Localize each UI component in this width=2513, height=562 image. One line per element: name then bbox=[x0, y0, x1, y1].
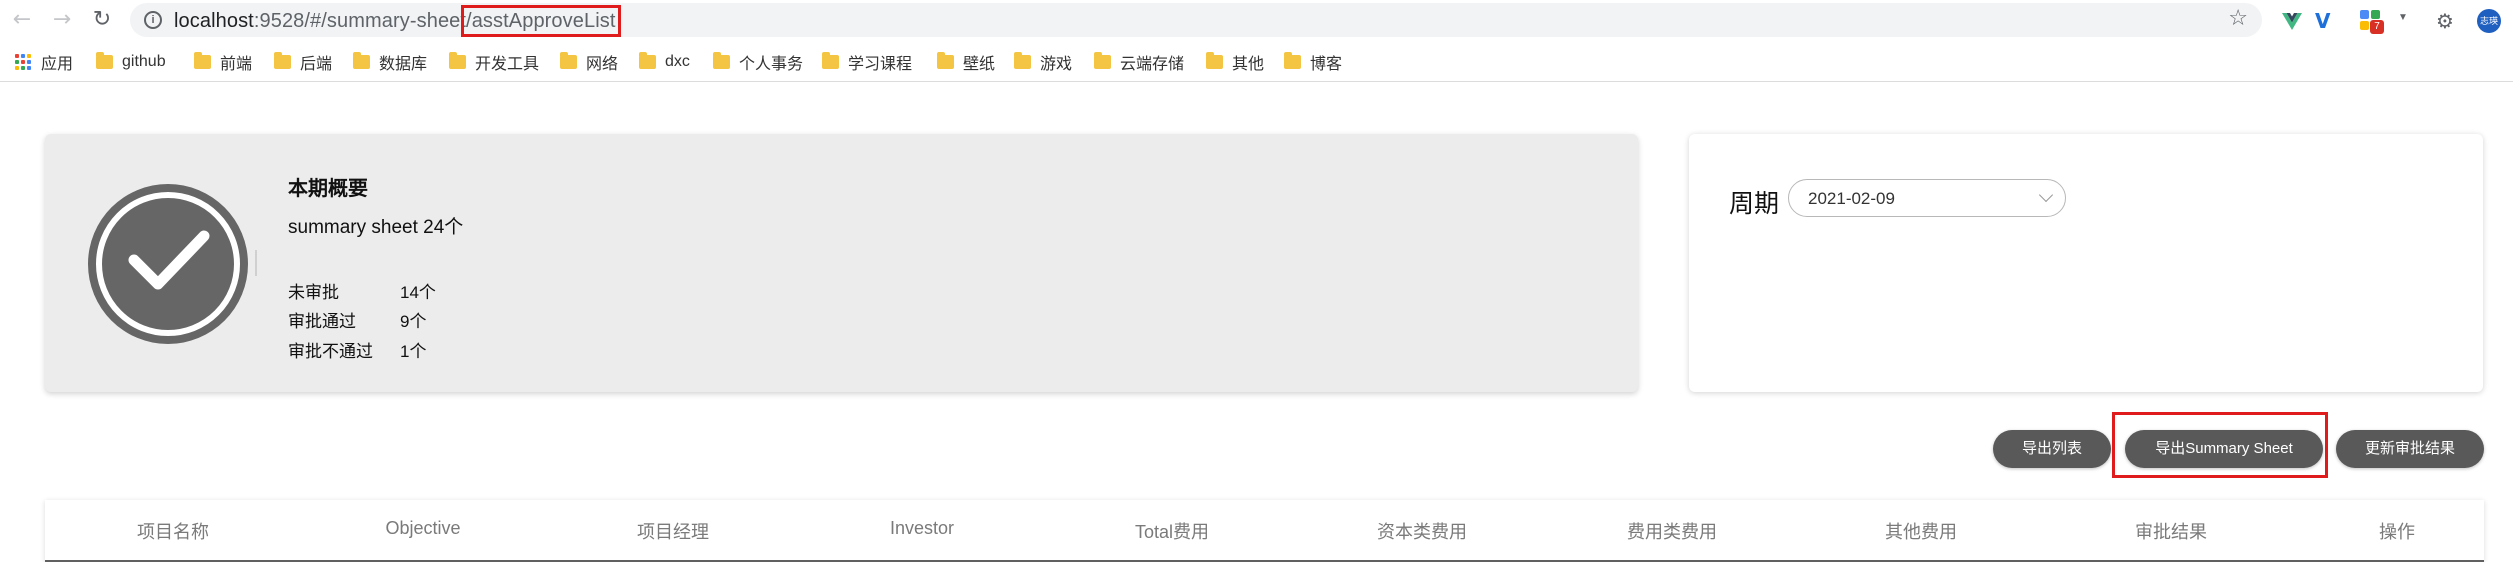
bookmark-label: 个人事务 bbox=[739, 56, 804, 73]
reload-icon[interactable]: ↻ bbox=[90, 8, 114, 32]
bookmark-label: 数据库 bbox=[379, 56, 428, 73]
column-header-expense-cost: 费用类费用 bbox=[1627, 522, 1717, 542]
period-select-value: 2021-02-09 bbox=[1808, 189, 1895, 208]
checkmark-icon bbox=[128, 230, 210, 290]
bookmark-other[interactable]: 其他 bbox=[1206, 51, 1264, 73]
column-header-project-name: 项目名称 bbox=[137, 522, 209, 542]
bookmark-backend[interactable]: 后端 bbox=[274, 51, 332, 73]
stat-label: 审批通过 bbox=[288, 312, 356, 331]
bookmark-network[interactable]: 网络 bbox=[560, 51, 618, 73]
folder-icon bbox=[560, 52, 577, 69]
period-card: 周期 2021-02-09 bbox=[1689, 134, 2483, 392]
stat-value: 9个 bbox=[400, 312, 427, 331]
folder-icon bbox=[1094, 52, 1111, 69]
update-approval-results-button[interactable]: 更新审批结果 bbox=[2336, 430, 2484, 468]
vue-devtools-icon[interactable] bbox=[2281, 10, 2303, 32]
bookmark-label: 应用 bbox=[41, 56, 74, 73]
url-text[interactable]: localhost:9528/#/summary-sheet/asstAppro… bbox=[174, 5, 621, 37]
extensions-puzzle-icon[interactable]: ⚙ bbox=[2436, 10, 2458, 32]
folder-icon bbox=[1206, 52, 1223, 69]
profile-avatar[interactable]: 志瑛 bbox=[2477, 9, 2501, 33]
bookmark-label: 博客 bbox=[1310, 56, 1343, 73]
bookmark-label: 网络 bbox=[586, 56, 619, 73]
bookmark-devtools[interactable]: 开发工具 bbox=[449, 51, 539, 73]
bookmark-apps[interactable]: 应用 bbox=[15, 51, 73, 73]
folder-icon bbox=[353, 52, 370, 69]
bookmark-cloud[interactable]: 云端存储 bbox=[1094, 51, 1184, 73]
table-header: 项目名称 Objective 项目经理 Investor Total费用 资本类… bbox=[45, 500, 2484, 562]
column-header-other-cost: 其他费用 bbox=[1885, 522, 1957, 542]
url-host: localhost bbox=[174, 10, 254, 32]
stat-label: 审批不通过 bbox=[288, 342, 373, 361]
apps-icon bbox=[15, 53, 32, 71]
folder-icon bbox=[96, 52, 113, 69]
chevron-down-icon[interactable]: ▼ bbox=[2398, 12, 2420, 34]
url-path: :9528/#/summary-sheet bbox=[253, 10, 467, 32]
bookmark-personal[interactable]: 个人事务 bbox=[713, 51, 803, 73]
site-info-icon[interactable]: i bbox=[144, 11, 162, 29]
stat-label: 未审批 bbox=[288, 283, 339, 302]
bookmark-dxc[interactable]: dxc bbox=[639, 51, 690, 73]
bookmark-label: 开发工具 bbox=[475, 56, 540, 73]
bookmark-label: github bbox=[122, 53, 166, 70]
column-header-objective: Objective bbox=[385, 518, 461, 538]
check-circle-icon bbox=[88, 184, 248, 344]
grid-extension-icon[interactable]: 7 bbox=[2360, 10, 2384, 34]
bookmark-database[interactable]: 数据库 bbox=[353, 51, 427, 73]
folder-icon bbox=[1284, 52, 1301, 69]
bookmark-star-icon[interactable]: ☆ bbox=[2228, 6, 2248, 31]
folder-icon bbox=[822, 52, 839, 69]
bookmark-games[interactable]: 游戏 bbox=[1014, 51, 1072, 73]
bookmark-label: 壁纸 bbox=[963, 56, 996, 73]
folder-icon bbox=[194, 52, 211, 69]
column-header-total-cost: Total费用 bbox=[1134, 522, 1210, 542]
forward-arrow-icon[interactable]: → bbox=[50, 8, 74, 32]
bookmarks-bar: 应用 github 前端 后端 数据库 开发工具 网络 dxc 个人事务 学习课… bbox=[0, 42, 2513, 82]
v-extension-icon[interactable]: V bbox=[2315, 10, 2337, 32]
stat-row-approved: 审批通过 9个 bbox=[288, 307, 426, 332]
stat-row-rejected: 审批不通过 1个 bbox=[288, 337, 426, 362]
bookmark-label: 其他 bbox=[1232, 56, 1265, 73]
folder-icon bbox=[639, 52, 656, 69]
export-list-button[interactable]: 导出列表 bbox=[1993, 430, 2111, 468]
summary-title: 本期概要 bbox=[288, 178, 368, 200]
column-header-actions: 操作 bbox=[2379, 522, 2415, 542]
column-header-approval-result: 审批结果 bbox=[2135, 522, 2207, 542]
extension-badge: 7 bbox=[2370, 20, 2384, 34]
bookmark-label: 前端 bbox=[220, 56, 253, 73]
divider bbox=[255, 250, 257, 276]
summary-card: 本期概要 summary sheet 24个 未审批 14个 审批通过 9个 审批不… bbox=[45, 134, 1638, 392]
export-summary-sheet-button[interactable]: 导出Summary Sheet bbox=[2125, 430, 2323, 468]
stat-value: 1个 bbox=[400, 342, 427, 361]
period-select[interactable]: 2021-02-09 bbox=[1788, 179, 2066, 217]
bookmark-label: dxc bbox=[665, 53, 690, 70]
summary-count: summary sheet 24个 bbox=[288, 217, 464, 238]
chevron-down-icon bbox=[2038, 187, 2054, 203]
folder-icon bbox=[274, 52, 291, 69]
stat-value: 14个 bbox=[400, 283, 436, 302]
address-bar[interactable]: i localhost:9528/#/summary-sheet/asstApp… bbox=[130, 3, 2262, 37]
stat-row-pending: 未审批 14个 bbox=[288, 278, 436, 303]
column-header-capital-cost: 资本类费用 bbox=[1377, 522, 1467, 542]
back-arrow-icon[interactable]: ← bbox=[10, 8, 34, 32]
bookmark-label: 云端存储 bbox=[1120, 56, 1185, 73]
column-header-investor: Investor bbox=[889, 518, 955, 538]
column-header-project-manager: 项目经理 bbox=[637, 522, 709, 542]
period-label: 周期 bbox=[1729, 190, 1780, 218]
bookmark-courses[interactable]: 学习课程 bbox=[822, 51, 912, 73]
bookmark-github[interactable]: github bbox=[96, 51, 166, 73]
bookmark-wallpaper[interactable]: 壁纸 bbox=[937, 51, 995, 73]
folder-icon bbox=[1014, 52, 1031, 69]
url-path-highlighted: /asstApproveList bbox=[461, 5, 621, 37]
bookmark-frontend[interactable]: 前端 bbox=[194, 51, 252, 73]
bookmark-label: 学习课程 bbox=[848, 56, 913, 73]
browser-toolbar: ← → ↻ i localhost:9528/#/summary-sheet/a… bbox=[0, 0, 2513, 42]
bookmark-label: 后端 bbox=[300, 56, 333, 73]
folder-icon bbox=[713, 52, 730, 69]
folder-icon bbox=[937, 52, 954, 69]
bookmark-blog[interactable]: 博客 bbox=[1284, 51, 1342, 73]
bookmark-label: 游戏 bbox=[1040, 56, 1073, 73]
folder-icon bbox=[449, 52, 466, 69]
